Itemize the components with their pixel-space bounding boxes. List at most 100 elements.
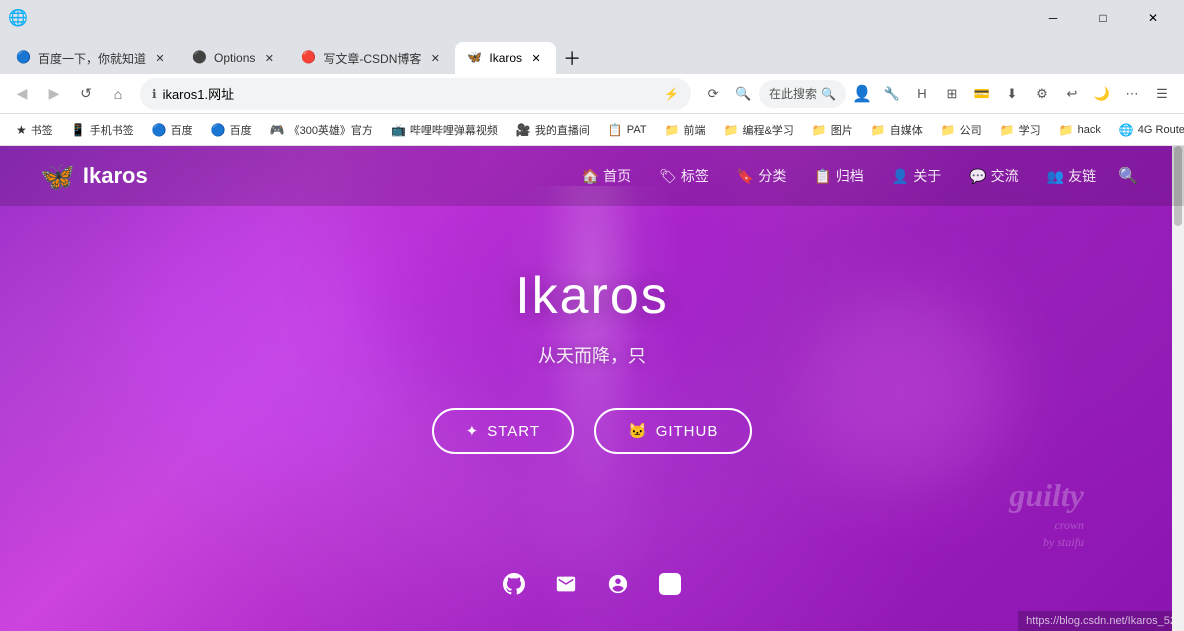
new-tab-button[interactable]: ＋ — [556, 42, 588, 74]
tab-favicon-baidu: 🔵 — [16, 50, 32, 66]
nav-about-link[interactable]: 👤 关于 — [880, 160, 953, 192]
nav-friends-link[interactable]: 👥 友链 — [1035, 160, 1108, 192]
minimize-button[interactable]: ─ — [1030, 0, 1076, 36]
logo-text: Ikaros — [83, 163, 148, 189]
bookmark-images[interactable]: 📁 图片 — [804, 118, 861, 142]
baidu2-icon: 🔵 — [211, 123, 226, 137]
tab-close-ikaros[interactable]: ✕ — [528, 50, 544, 66]
nav-archive-link[interactable]: 📋 归档 — [802, 160, 875, 192]
tab-title-ikaros: Ikaros — [489, 51, 522, 65]
secure-icon: ℹ — [152, 87, 157, 101]
tab-options[interactable]: ⚫ Options ✕ — [180, 42, 289, 74]
zhihu-social-icon[interactable] — [659, 573, 681, 601]
star-icon: ★ — [16, 123, 27, 137]
wallet-button[interactable]: 💳 — [968, 80, 996, 108]
search-button[interactable]: 🔍 — [729, 80, 757, 108]
nav-tags-link[interactable]: 🏷 标签 — [647, 160, 721, 192]
bookmark-label-hack: hack — [1078, 124, 1101, 136]
home-icon: 🏠 — [582, 168, 599, 185]
page-content: guilty crown by staifu 🦋 Ikaros 🏠 首页 🏷 标… — [0, 146, 1184, 631]
bookmark-300[interactable]: 🎮 《300英雄》官方 — [262, 118, 381, 142]
bookmark-bilibili[interactable]: 📺 哔哩哔哩弹幕视频 — [383, 118, 506, 142]
extension-btn[interactable]: 🔧 — [878, 80, 906, 108]
bookmark-media[interactable]: 📁 自媒体 — [863, 118, 931, 142]
bookmark-live[interactable]: 🎥 我的直播间 — [508, 118, 598, 142]
menu-button[interactable]: ☰ — [1148, 80, 1176, 108]
github-label: GITHUB — [656, 423, 719, 440]
forward-button[interactable]: ▶ — [40, 80, 68, 108]
tab-favicon-options: ⚫ — [192, 50, 208, 66]
bookmark-company[interactable]: 📁 公司 — [933, 118, 990, 142]
download-button[interactable]: ⬇ — [998, 80, 1026, 108]
bookmark-label-frontend: 前端 — [684, 122, 706, 138]
qq-social-icon[interactable] — [607, 573, 629, 601]
nav-category-label: 分类 — [758, 166, 786, 186]
tab-close-csdn[interactable]: ✕ — [427, 50, 443, 66]
tab-title-baidu: 百度一下，你就知道 — [38, 50, 146, 67]
reload-button[interactable]: ↺ — [72, 80, 100, 108]
extension-icon: ⚡ — [664, 87, 679, 101]
bookmark-baidu2[interactable]: 🔵 百度 — [203, 118, 260, 142]
tab-favicon-ikaros: 🦋 — [467, 50, 483, 66]
nav-search-button[interactable]: 🔍 — [1112, 160, 1144, 192]
nav-home-link[interactable]: 🏠 首页 — [570, 160, 643, 192]
home-button[interactable]: ⌂ — [104, 80, 132, 108]
bookmark-router[interactable]: 🌐 4G Router — [1111, 119, 1184, 141]
more-button[interactable]: ⋯ — [1118, 80, 1146, 108]
tab-close-options[interactable]: ✕ — [261, 50, 277, 66]
logo-icon: 🦋 — [40, 160, 75, 193]
tab-title-csdn: 写文章-CSDN博客 — [323, 50, 421, 67]
bili-icon: 📺 — [391, 123, 406, 137]
bookmark-label-bili: 哔哩哔哩弹幕视频 — [410, 122, 498, 138]
email-social-icon[interactable] — [555, 573, 577, 601]
back-button[interactable]: ◀ — [8, 80, 36, 108]
start-button[interactable]: ✦ START — [432, 408, 574, 454]
bookmark-mobile[interactable]: 📱 手机书签 — [63, 118, 142, 142]
watermark-line2: crown — [1009, 517, 1084, 534]
site-logo[interactable]: 🦋 Ikaros — [40, 160, 148, 193]
cast-button[interactable]: ⟳ — [699, 80, 727, 108]
profile-button[interactable]: 👤 — [848, 80, 876, 108]
bookmark-label-study: 学习 — [1019, 122, 1041, 138]
tab-favicon-csdn: 🔴 — [301, 50, 317, 66]
github-button[interactable]: 🐱 GITHUB — [594, 408, 752, 454]
search-box[interactable]: 在此搜索 🔍 — [759, 80, 846, 108]
category-icon: 🔖 — [737, 168, 754, 185]
tab-csdn[interactable]: 🔴 写文章-CSDN博客 ✕ — [289, 42, 455, 74]
bookmark-label-mobile: 手机书签 — [90, 122, 134, 138]
tab-close-baidu[interactable]: ✕ — [152, 50, 168, 66]
scan-button[interactable]: ⊞ — [938, 80, 966, 108]
bookmark-study[interactable]: 📁 学习 — [992, 118, 1049, 142]
bookmark-frontend[interactable]: 📁 前端 — [657, 118, 714, 142]
nav-friends-label: 友链 — [1068, 166, 1096, 186]
github-social-icon[interactable] — [503, 573, 525, 601]
nav-talk-link[interactable]: 💬 交流 — [957, 160, 1030, 192]
undo-button[interactable]: ↩ — [1058, 80, 1086, 108]
nav-category-link[interactable]: 🔖 分类 — [725, 160, 798, 192]
folder-icon3: 📁 — [812, 123, 827, 137]
toolbar: ◀ ▶ ↺ ⌂ ℹ ⚡ ⟳ 🔍 在此搜索 🔍 👤 🔧 H ⊞ 💳 ⬇ ⚙ ↩ 🌙… — [0, 74, 1184, 114]
about-icon: 👤 — [892, 168, 909, 185]
start-icon: ✦ — [466, 422, 480, 440]
address-input[interactable] — [163, 86, 659, 101]
bookmark-baidu[interactable]: 🔵 百度 — [144, 118, 201, 142]
tab-ikaros[interactable]: 🦋 Ikaros ✕ — [455, 42, 556, 74]
bookmark-star[interactable]: ★ 书签 — [8, 118, 61, 142]
window-controls: ─ □ ✕ — [1030, 0, 1176, 36]
status-url: https://blog.csdn.net/Ikaros_52 — [1026, 615, 1176, 627]
start-label: START — [487, 423, 540, 440]
bookmark-pat[interactable]: 📋 PAT — [600, 119, 655, 141]
bookmark-hack[interactable]: 📁 hack — [1051, 119, 1109, 141]
tab-bar: 🔵 百度一下，你就知道 ✕ ⚫ Options ✕ 🔴 写文章-CSDN博客 ✕… — [0, 36, 1184, 74]
close-button[interactable]: ✕ — [1130, 0, 1176, 36]
hub-button[interactable]: H — [908, 80, 936, 108]
talk-icon: 💬 — [969, 168, 986, 185]
bookmark-coding[interactable]: 📁 编程&学习 — [716, 118, 802, 142]
tab-baidu[interactable]: 🔵 百度一下，你就知道 ✕ — [4, 42, 180, 74]
maximize-button[interactable]: □ — [1080, 0, 1126, 36]
settings-dropdown[interactable]: ⚙ — [1028, 80, 1056, 108]
darkmode-button[interactable]: 🌙 — [1088, 80, 1116, 108]
bookmark-label-300: 《300英雄》官方 — [289, 122, 373, 138]
friends-icon: 👥 — [1047, 168, 1064, 185]
address-bar-wrapper: ℹ ⚡ — [140, 78, 691, 110]
